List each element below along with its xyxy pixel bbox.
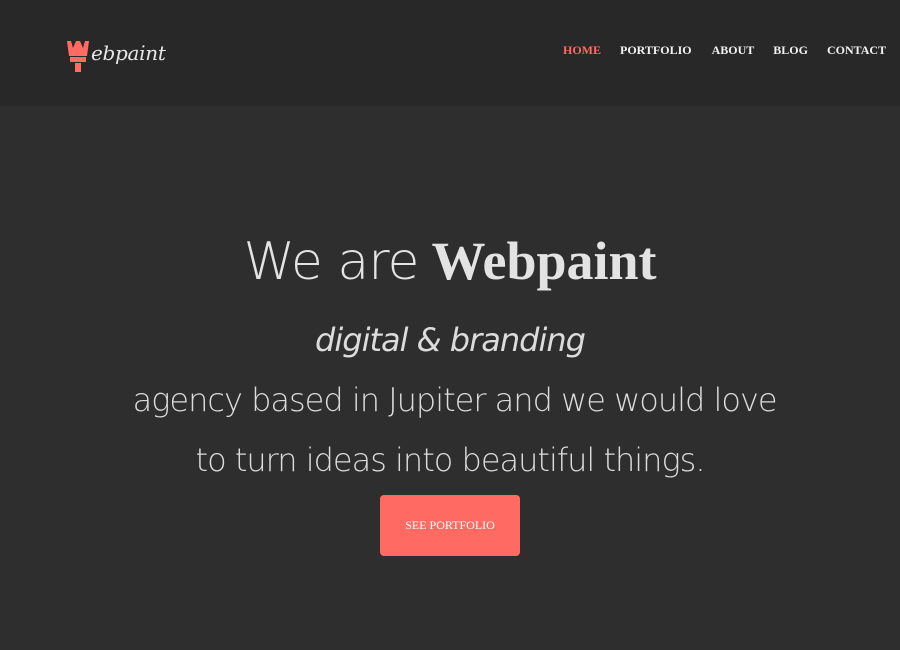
site-header: ebpaint HOME PORTFOLIO ABOUT BLOG CONTAC… <box>0 0 900 106</box>
paint-brush-icon <box>66 38 90 74</box>
hero-subtitle: digital & branding agency based in Jupit… <box>0 310 900 490</box>
main-nav: HOME PORTFOLIO ABOUT BLOG CONTACT <box>563 42 886 58</box>
hero-subtitle-line-1: digital & branding agency based in Jupit… <box>0 310 900 430</box>
nav-item-contact[interactable]: CONTACT <box>827 42 886 58</box>
hero-title-prefix: We are <box>243 232 419 292</box>
hero-title-brand: Webpaint <box>431 231 657 291</box>
subtitle-line1-rest: agency based in Jupiter and we would lov… <box>123 381 778 419</box>
subtitle-emphasis-branding: branding <box>449 321 586 359</box>
see-portfolio-button[interactable]: SEE PORTFOLIO <box>380 495 520 556</box>
nav-item-home[interactable]: HOME <box>563 42 601 58</box>
nav-item-about[interactable]: ABOUT <box>712 42 755 58</box>
subtitle-ampersand: & <box>407 321 450 359</box>
hero-title: We are Webpaint <box>0 226 900 298</box>
brand-name: ebpaint <box>91 41 166 65</box>
nav-item-portfolio[interactable]: PORTFOLIO <box>620 42 692 58</box>
logo[interactable]: ebpaint <box>66 38 166 78</box>
subtitle-emphasis-digital: digital <box>315 321 408 359</box>
hero-subtitle-line-2: to turn ideas into beautiful things. <box>195 441 706 479</box>
nav-item-blog[interactable]: BLOG <box>773 42 808 58</box>
